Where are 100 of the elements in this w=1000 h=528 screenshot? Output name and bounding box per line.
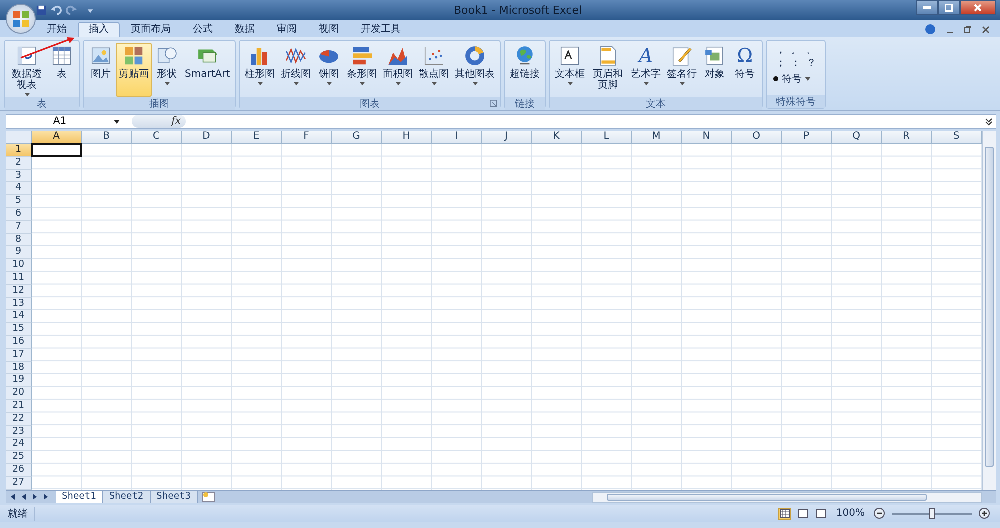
restore-icon[interactable] bbox=[964, 26, 972, 34]
ribbon-button[interactable]: 其他图表 bbox=[452, 43, 498, 97]
row-header[interactable]: 16 bbox=[6, 336, 32, 349]
symbol-button[interactable]: ， bbox=[773, 45, 788, 57]
vertical-scrollbar[interactable] bbox=[982, 131, 996, 490]
symbol-dropdown-button[interactable]: 符号 bbox=[773, 72, 820, 86]
row-header[interactable]: 22 bbox=[6, 412, 32, 426]
view-button[interactable] bbox=[778, 508, 792, 520]
column-header[interactable]: H bbox=[382, 131, 432, 144]
sheet-tab[interactable]: Sheet1 bbox=[56, 491, 104, 503]
column-header[interactable]: L bbox=[582, 131, 632, 144]
ribbon-tab[interactable]: 插入 bbox=[78, 22, 120, 37]
row-header[interactable]: 8 bbox=[6, 234, 32, 246]
ribbon-button[interactable]: 超链接 bbox=[507, 43, 544, 97]
symbol-button[interactable]: ： bbox=[788, 58, 804, 70]
sheet-tab[interactable]: Sheet3 bbox=[150, 491, 198, 503]
ribbon-tab[interactable]: 页面布局 bbox=[120, 22, 182, 37]
column-header[interactable]: B bbox=[82, 131, 132, 144]
row-header[interactable]: 14 bbox=[6, 310, 32, 324]
column-header[interactable]: R bbox=[882, 131, 932, 144]
ribbon-tab[interactable]: 审阅 bbox=[266, 22, 308, 37]
ribbon-button[interactable]: 表 bbox=[47, 43, 77, 97]
ribbon-button[interactable]: 图片 bbox=[86, 43, 116, 97]
column-header[interactable]: Q bbox=[832, 131, 882, 144]
ribbon-button[interactable]: 条形图 bbox=[344, 43, 380, 97]
column-header[interactable]: J bbox=[482, 131, 532, 144]
row-header[interactable]: 19 bbox=[6, 374, 32, 388]
maximize-button[interactable] bbox=[938, 0, 960, 15]
column-header[interactable]: E bbox=[232, 131, 282, 144]
column-header[interactable]: K bbox=[532, 131, 582, 144]
ribbon-button[interactable]: SmartArt bbox=[182, 43, 234, 97]
ribbon-button[interactable]: 饼图 bbox=[314, 43, 344, 97]
row-header[interactable]: 2 bbox=[6, 156, 32, 170]
ribbon-button[interactable]: 页眉和页脚 bbox=[588, 43, 628, 97]
column-header[interactable]: S bbox=[932, 131, 982, 144]
close-button[interactable] bbox=[960, 0, 996, 15]
symbol-button[interactable]: 、 bbox=[804, 45, 820, 57]
ribbon-tab[interactable]: 开发工具 bbox=[350, 22, 412, 37]
row-header[interactable]: 25 bbox=[6, 451, 32, 464]
row-header[interactable]: 21 bbox=[6, 400, 32, 413]
undo-icon[interactable] bbox=[51, 4, 62, 16]
row-header[interactable]: 9 bbox=[6, 246, 32, 260]
active-cell[interactable] bbox=[31, 143, 82, 157]
zoom-out-icon[interactable] bbox=[874, 508, 885, 519]
ribbon-button[interactable]: 折线图 bbox=[278, 43, 314, 97]
row-header[interactable]: 11 bbox=[6, 272, 32, 285]
new-sheet-icon[interactable] bbox=[200, 491, 217, 503]
expand-icon[interactable] bbox=[984, 116, 994, 126]
column-header[interactable]: O bbox=[732, 131, 782, 144]
row-header[interactable]: 27 bbox=[6, 476, 32, 490]
row-header[interactable]: 23 bbox=[6, 426, 32, 438]
zoom-percent[interactable]: 100% bbox=[836, 508, 865, 519]
ribbon-button[interactable]: 散点图 bbox=[416, 43, 452, 97]
column-header[interactable]: N bbox=[682, 131, 732, 144]
row-header[interactable]: 7 bbox=[6, 220, 32, 234]
row-header[interactable]: 26 bbox=[6, 464, 32, 477]
row-header[interactable]: 12 bbox=[6, 284, 32, 298]
row-header[interactable]: 24 bbox=[6, 438, 32, 452]
view-button[interactable] bbox=[796, 508, 810, 520]
save-icon[interactable] bbox=[36, 4, 47, 16]
ribbon-button[interactable]: 柱形图 bbox=[242, 43, 278, 97]
sheet-tab[interactable]: Sheet2 bbox=[103, 491, 151, 503]
customize-caret-icon[interactable] bbox=[87, 6, 94, 14]
column-header[interactable]: G bbox=[332, 131, 382, 144]
ribbon-button[interactable]: 面积图 bbox=[380, 43, 416, 97]
view-button[interactable] bbox=[814, 508, 828, 520]
row-header[interactable]: 20 bbox=[6, 387, 32, 400]
minimize-button[interactable] bbox=[916, 0, 938, 15]
ribbon-tab[interactable]: 视图 bbox=[308, 22, 350, 37]
row-header[interactable]: 1 bbox=[6, 144, 32, 157]
column-header[interactable]: M bbox=[632, 131, 682, 144]
horizontal-scrollbar[interactable] bbox=[592, 492, 982, 502]
symbol-button[interactable]: 。 bbox=[788, 45, 804, 57]
ribbon-button[interactable]: 剪贴画 bbox=[116, 43, 152, 97]
column-header[interactable]: P bbox=[782, 131, 832, 144]
row-header[interactable]: 6 bbox=[6, 208, 32, 221]
row-header[interactable]: 4 bbox=[6, 182, 32, 196]
column-header[interactable]: A bbox=[32, 131, 82, 144]
row-header[interactable]: 3 bbox=[6, 170, 32, 182]
ribbon-button[interactable]: 签名行 bbox=[664, 43, 700, 97]
row-header[interactable]: 13 bbox=[6, 298, 32, 310]
ribbon-button[interactable]: Ω 符号 bbox=[730, 43, 760, 97]
ribbon-tab[interactable]: 公式 bbox=[182, 22, 224, 37]
close-icon[interactable] bbox=[982, 26, 990, 34]
ribbon-button[interactable]: 对象 bbox=[700, 43, 730, 97]
row-header[interactable]: 17 bbox=[6, 348, 32, 362]
name-box[interactable]: A1 bbox=[6, 116, 124, 127]
ribbon-tab[interactable]: 数据 bbox=[224, 22, 266, 37]
ribbon-button[interactable]: 数据透视表 bbox=[7, 43, 47, 97]
ribbon-tab[interactable]: 开始 bbox=[36, 22, 78, 37]
symbol-button[interactable]: ； bbox=[773, 58, 788, 70]
ribbon-button[interactable]: 文本框 bbox=[552, 43, 588, 97]
row-header[interactable]: 5 bbox=[6, 195, 32, 208]
insert-function-button[interactable]: fx bbox=[172, 116, 181, 127]
zoom-slider-thumb[interactable] bbox=[929, 508, 935, 518]
column-header[interactable]: F bbox=[282, 131, 332, 144]
dialog-launcher-icon[interactable] bbox=[490, 100, 498, 107]
column-header[interactable]: C bbox=[132, 131, 182, 144]
row-header[interactable]: 15 bbox=[6, 323, 32, 336]
ribbon-button[interactable]: 形状 bbox=[152, 43, 182, 97]
